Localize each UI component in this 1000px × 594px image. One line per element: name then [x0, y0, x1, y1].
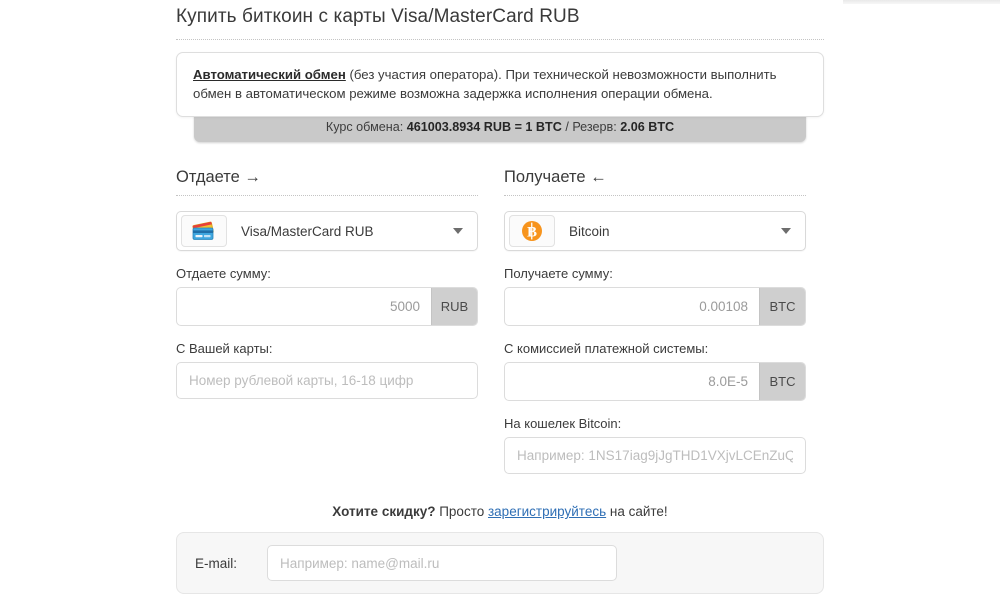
receive-amount-field: Получаете сумму: BTC [504, 266, 806, 326]
rate-label: Курс обмена: [326, 120, 403, 134]
email-input[interactable] [267, 545, 617, 581]
commission-field: С комиссией платежной системы: BTC [504, 341, 806, 401]
commission-input[interactable] [505, 363, 759, 400]
give-currency-value: Visa/MasterCard RUB [227, 224, 453, 239]
rate-separator: / [565, 120, 569, 134]
wallet-label: На кошелек Bitcoin: [504, 416, 806, 431]
card-number-field: С Вашей карты: [176, 341, 478, 399]
receive-currency-select[interactable]: B Bitcoin [504, 211, 806, 251]
page-content: Купить биткоин с карты Visa/MasterCard R… [176, 0, 824, 594]
give-amount-suffix: RUB [431, 288, 477, 325]
reserve-value: 2.06 BTC [620, 120, 674, 134]
give-amount-input-row: RUB [176, 287, 478, 326]
exchange-page: Купить биткоин с карты Visa/MasterCard R… [0, 0, 1000, 590]
top-edge-strip [843, 0, 1000, 4]
give-heading: Отдаете → [176, 168, 478, 195]
receive-amount-suffix: BTC [759, 288, 805, 325]
rate-equals: = [515, 120, 522, 134]
reserve-label: Резерв: [572, 120, 616, 134]
email-label: E-mail: [195, 556, 267, 571]
receive-heading: Получаете ← [504, 168, 806, 195]
commission-label: С комиссией платежной системы: [504, 341, 806, 356]
commission-input-row: BTC [504, 362, 806, 401]
receive-amount-label: Получаете сумму: [504, 266, 806, 281]
receive-amount-input[interactable] [505, 288, 759, 325]
email-panel: E-mail: [176, 532, 824, 594]
discount-after-link: на сайте! [606, 504, 668, 519]
discount-before-link: Просто [435, 504, 488, 519]
give-amount-label: Отдаете сумму: [176, 266, 478, 281]
give-currency-select[interactable]: Visa/MasterCard RUB [176, 211, 478, 251]
give-amount-field: Отдаете сумму: RUB [176, 266, 478, 326]
card-number-input[interactable] [176, 362, 478, 399]
rate-unit: 1 BTC [525, 120, 561, 134]
wallet-address-input[interactable] [504, 437, 806, 474]
give-amount-input[interactable] [177, 288, 431, 325]
receive-column: Получаете ← B Bitcoin [504, 168, 806, 474]
rate-value: 461003.8934 RUB [407, 120, 511, 134]
receive-amount-input-row: BTC [504, 287, 806, 326]
auto-exchange-notice: Автоматический обмен (без участия операт… [176, 52, 824, 117]
receive-heading-divider [504, 195, 806, 196]
discount-strong-text: Хотите скидку? [332, 504, 435, 519]
give-heading-divider [176, 195, 478, 196]
chevron-down-icon[interactable] [781, 228, 791, 234]
credit-cards-icon [181, 215, 227, 247]
receive-currency-field: B Bitcoin [504, 211, 806, 251]
page-title: Купить биткоин с карты Visa/MasterCard R… [176, 0, 824, 39]
receive-currency-value: Bitcoin [555, 224, 781, 239]
give-currency-field: Visa/MasterCard RUB [176, 211, 478, 251]
commission-suffix: BTC [759, 363, 805, 400]
wallet-field: На кошелек Bitcoin: [504, 416, 806, 474]
give-column: Отдаете → [176, 168, 478, 474]
discount-message: Хотите скидку? Просто зарегистрируйтесь … [176, 504, 824, 519]
chevron-down-icon[interactable] [453, 228, 463, 234]
bitcoin-icon: B [509, 215, 555, 247]
register-link[interactable]: зарегистрируйтесь [488, 504, 606, 519]
exchange-columns: Отдаете → [176, 168, 824, 474]
title-divider [176, 39, 824, 40]
notice-section: Автоматический обмен (без участия операт… [176, 52, 824, 142]
notice-strong-text: Автоматический обмен [193, 67, 346, 82]
card-number-label: С Вашей карты: [176, 341, 478, 356]
